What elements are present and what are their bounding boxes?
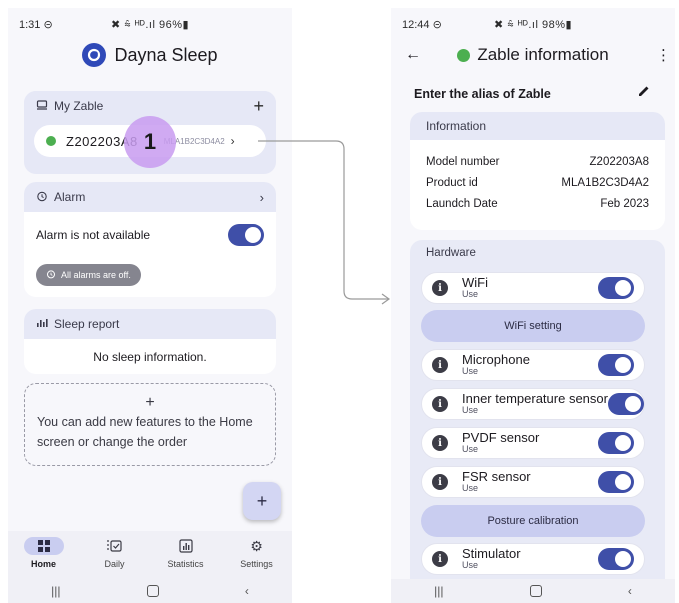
hardware-microphone-row: i Microphone Use xyxy=(421,349,645,381)
hardware-wifi-row: i WiFi Use xyxy=(421,272,645,304)
info-value: Feb 2023 xyxy=(600,198,649,210)
zable-info-screen: 12:44 ⊝ ✖ ⩯ ᴴᴰ.ıl 98%▮ ← Zable informati… xyxy=(391,8,675,603)
top-app-bar: ← Zable information ⋮ xyxy=(391,42,675,68)
information-header: Information xyxy=(426,119,487,133)
status-bar: 12:44 ⊝ ✖ ⩯ ᴴᴰ.ıl 98%▮ xyxy=(391,8,675,38)
info-icon[interactable]: i xyxy=(432,357,448,373)
info-row-model: Model number Z202203A8 xyxy=(426,156,649,168)
info-value: MLA1B2C3D4A2 xyxy=(561,177,649,189)
home-icon[interactable] xyxy=(529,585,542,597)
hw-name: Inner temperature sensor xyxy=(462,391,608,407)
back-icon[interactable]: ‹ xyxy=(628,584,632,598)
info-icon[interactable]: i xyxy=(432,280,448,296)
hardware-pvdf-row: i PVDF sensor Use xyxy=(421,427,645,459)
info-icon[interactable]: i xyxy=(432,396,448,412)
hw-sub: Use xyxy=(462,405,479,416)
information-card: Information Model number Z202203A8 Produ… xyxy=(410,112,665,230)
hw-sub: Use xyxy=(462,560,479,571)
info-icon[interactable]: i xyxy=(432,551,448,567)
recents-icon[interactable]: ||| xyxy=(434,584,443,598)
fsr-toggle[interactable] xyxy=(598,471,634,493)
more-options-icon[interactable]: ⋮ xyxy=(656,46,671,64)
hardware-stimulator-row: i Stimulator Use xyxy=(421,543,645,575)
microphone-toggle[interactable] xyxy=(598,354,634,376)
page-title: Zable information xyxy=(477,45,609,64)
pvdf-toggle[interactable] xyxy=(598,432,634,454)
hardware-fsr-row: i FSR sensor Use xyxy=(421,466,645,498)
hw-name: FSR sensor xyxy=(462,469,531,485)
online-status-dot xyxy=(457,48,471,62)
hw-sub: Use xyxy=(462,366,479,377)
hw-sub: Use xyxy=(462,289,479,300)
info-row-launch: Laundch Date Feb 2023 xyxy=(426,198,649,210)
hw-name: WiFi xyxy=(462,275,488,291)
back-arrow-icon[interactable]: ← xyxy=(405,46,421,64)
info-value: Z202203A8 xyxy=(589,156,649,168)
wifi-setting-button[interactable]: WiFi setting xyxy=(421,310,645,342)
info-row-product: Product id MLA1B2C3D4A2 xyxy=(426,177,649,189)
posture-calibration-button[interactable]: Posture calibration xyxy=(421,505,645,537)
alias-row[interactable]: Enter the alias of Zable xyxy=(414,84,651,103)
system-nav-bar: ||| ‹ xyxy=(391,579,675,603)
info-label: Product id xyxy=(426,177,478,189)
inner-temp-toggle[interactable] xyxy=(607,393,644,415)
hw-name: Microphone xyxy=(462,352,530,368)
info-icon[interactable]: i xyxy=(432,435,448,451)
info-label: Model number xyxy=(426,156,500,168)
stimulator-toggle[interactable] xyxy=(598,548,634,570)
info-icon[interactable]: i xyxy=(432,474,448,490)
info-label: Laundch Date xyxy=(426,198,498,210)
hardware-inner-temp-row: i Inner temperature sensor Use xyxy=(421,388,645,420)
hw-sub: Use xyxy=(462,483,479,494)
status-icons: ✖ ⩯ ᴴᴰ.ıl 98%▮ xyxy=(493,19,573,31)
wifi-toggle[interactable] xyxy=(598,277,634,299)
hardware-header: Hardware xyxy=(426,247,476,259)
alias-label: Enter the alias of Zable xyxy=(414,86,551,101)
edit-pencil-icon[interactable] xyxy=(637,84,651,103)
hw-sub: Use xyxy=(462,444,479,455)
hw-name: PVDF sensor xyxy=(462,430,540,446)
hw-name: Stimulator xyxy=(462,546,521,562)
